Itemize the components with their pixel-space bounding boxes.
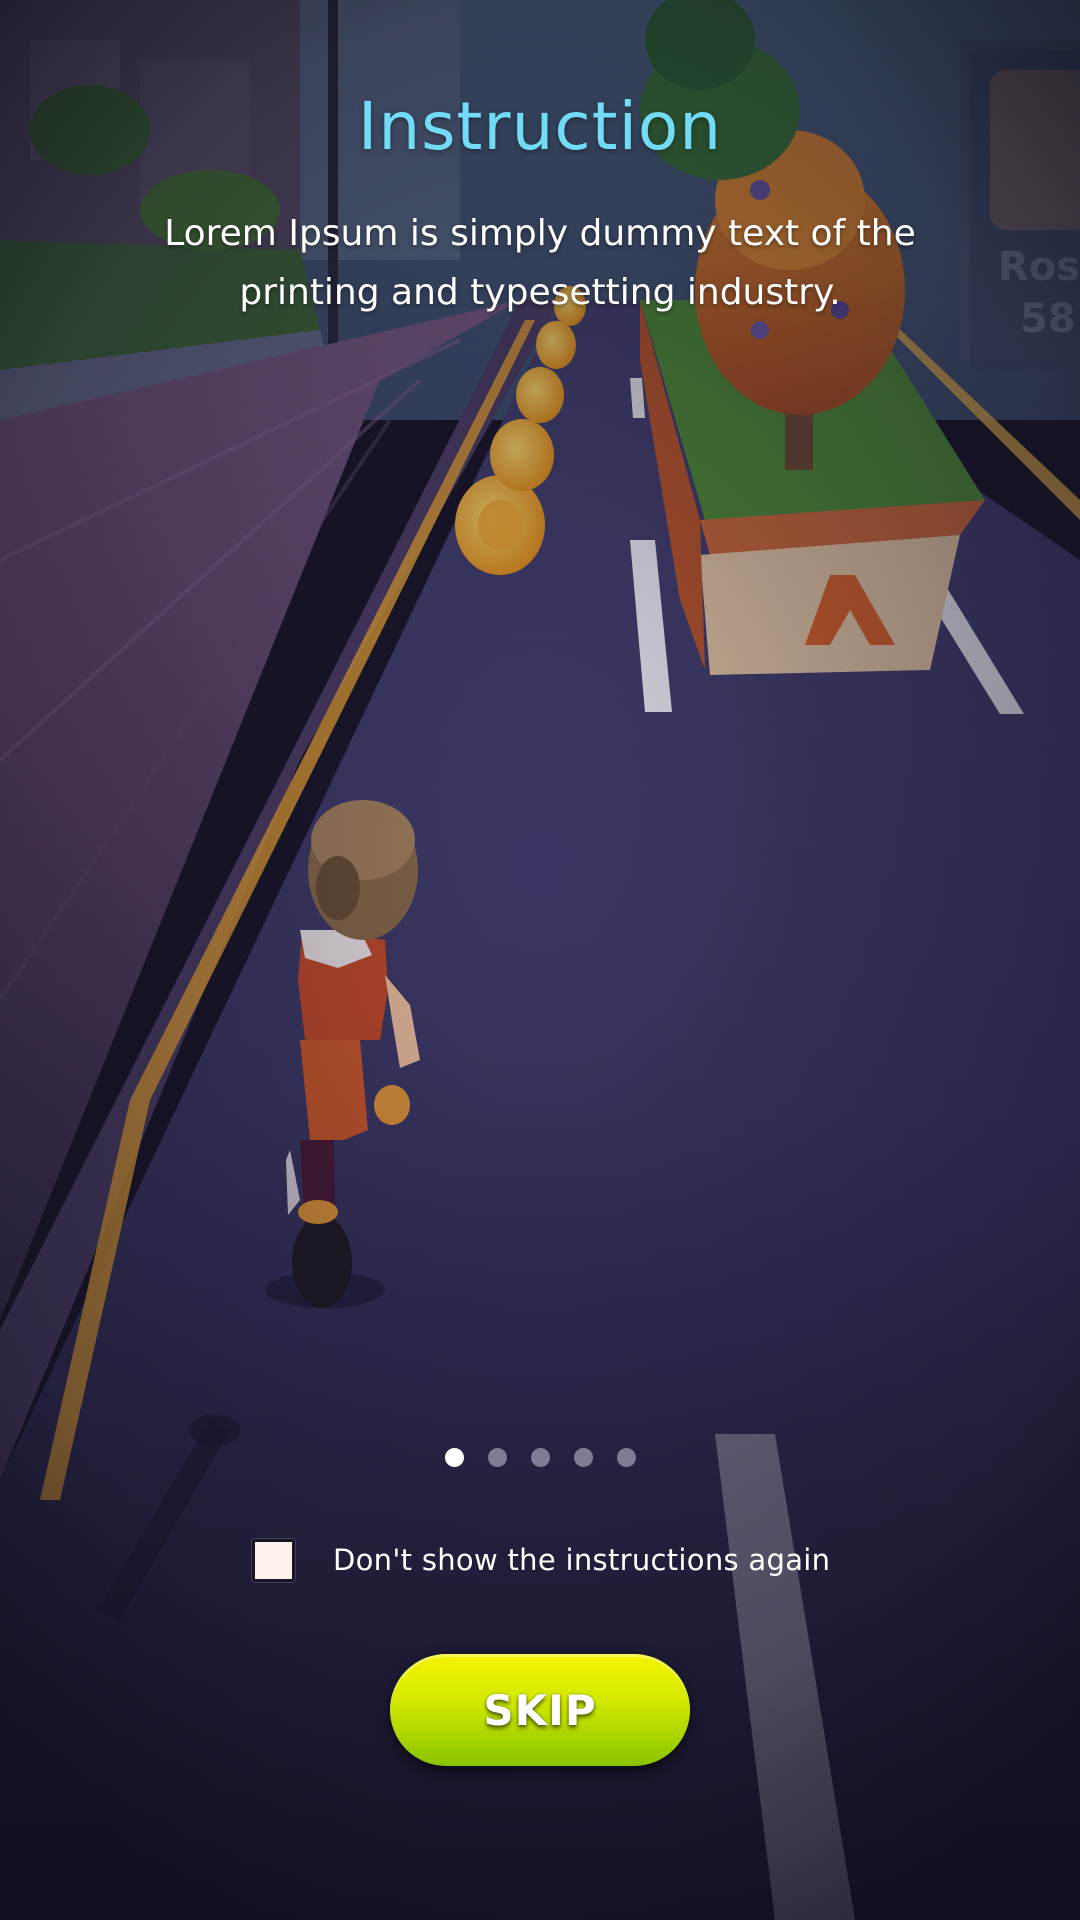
pagination-dot-5[interactable] — [616, 1448, 636, 1467]
sign-text-line2: 58 — [1020, 296, 1076, 342]
pagination-dot-1[interactable] — [444, 1448, 464, 1467]
skip-button-label: SKIP — [483, 1685, 597, 1735]
sign-text-line1: Ros — [998, 244, 1080, 290]
instruction-description: Lorem Ipsum is simply dummy text of the … — [164, 213, 916, 313]
pagination-dot-2[interactable] — [487, 1448, 507, 1467]
dont-show-again-row[interactable]: Don't show the instructions again — [252, 1538, 830, 1582]
dont-show-again-label: Don't show the instructions again — [333, 1543, 831, 1577]
page-title: Instruction — [357, 88, 723, 165]
pagination-dots — [0, 1448, 1080, 1467]
skip-button[interactable]: SKIP — [390, 1654, 690, 1766]
pagination-dot-3[interactable] — [530, 1448, 550, 1467]
pagination-dot-4[interactable] — [573, 1448, 593, 1467]
dont-show-again-checkbox[interactable] — [252, 1538, 295, 1582]
instruction-screen: Ros 58 Instruction Lorem Ipsum is simply… — [0, 0, 1080, 1920]
